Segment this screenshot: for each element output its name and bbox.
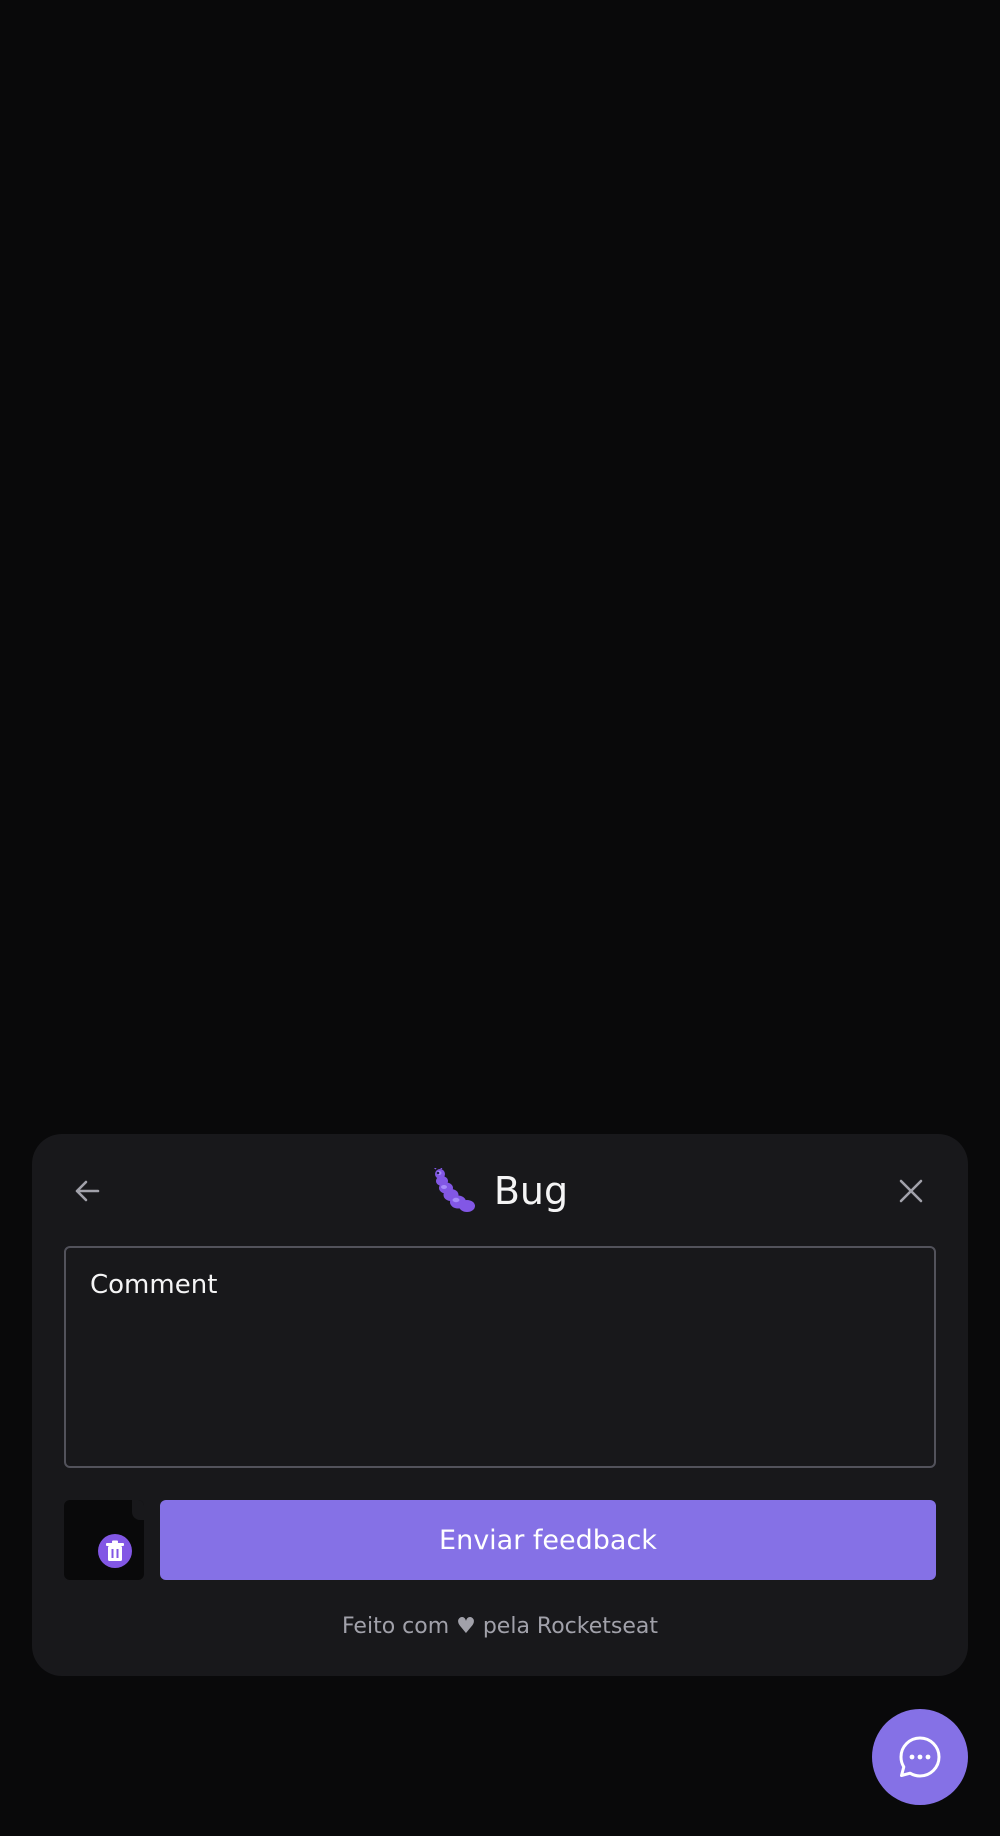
- widget-title: Bug: [32, 1161, 968, 1221]
- trash-icon: [106, 1540, 124, 1561]
- widget-title-text: Bug: [493, 1169, 569, 1213]
- widget-footer: Feito com ♥ pela Rocketseat: [341, 1614, 659, 1639]
- comment-textarea[interactable]: Comment: [64, 1246, 936, 1468]
- feedback-fab-button[interactable]: [872, 1709, 968, 1805]
- widget-header: Bug: [32, 1134, 968, 1244]
- comment-placeholder: Comment: [90, 1270, 218, 1300]
- chat-bubble-dots-icon: [899, 1736, 941, 1778]
- feedback-widget: Bug Comment Enviar feedback Feito com ♥ …: [32, 1134, 968, 1676]
- remove-screenshot-button[interactable]: [98, 1534, 132, 1568]
- screenshot-preview[interactable]: [64, 1500, 144, 1580]
- bug-icon: [433, 1168, 475, 1212]
- screenshot-notch: [132, 1500, 144, 1520]
- app-screen: Bug Comment Enviar feedback Feito com ♥ …: [0, 0, 1000, 1836]
- close-button[interactable]: [889, 1169, 933, 1213]
- send-feedback-button[interactable]: Enviar feedback: [160, 1500, 936, 1580]
- close-icon: [899, 1179, 923, 1203]
